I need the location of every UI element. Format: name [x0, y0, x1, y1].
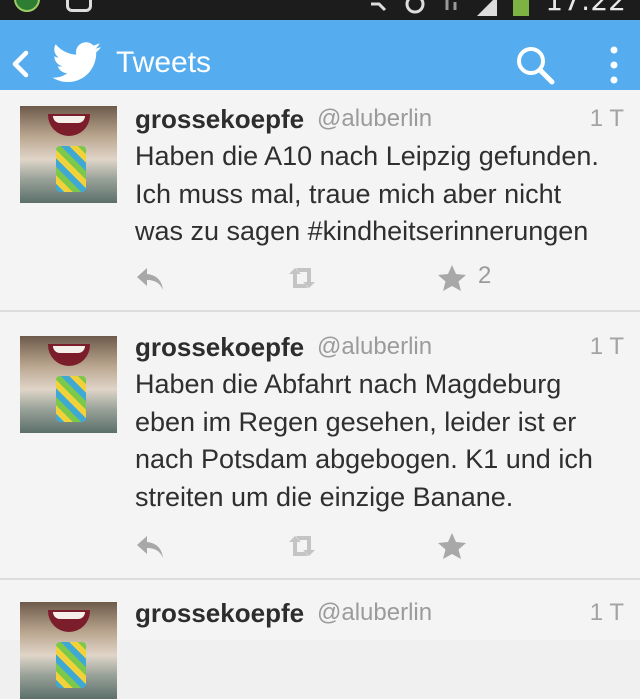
- tweet[interactable]: grossekoepfe @aluberlin 1 T: [0, 580, 640, 699]
- tweet-username[interactable]: grossekoepfe: [135, 104, 304, 134]
- tweet-username[interactable]: grossekoepfe: [135, 332, 304, 362]
- reply-icon[interactable]: [135, 532, 165, 560]
- tweet-text-line: eben im Regen gesehen, leider ist er: [135, 406, 577, 437]
- tweet-username[interactable]: grossekoepfe: [135, 598, 304, 628]
- retweet-icon[interactable]: [285, 264, 319, 292]
- page-title: Tweets: [116, 46, 212, 79]
- tweet-handle: @aluberlin: [317, 333, 433, 360]
- favorite-count: 2: [478, 262, 492, 289]
- favorite-star-icon[interactable]: [437, 264, 467, 292]
- tweet[interactable]: grossekoepfe @aluberlin 1 T Haben die A1…: [0, 90, 640, 312]
- retweet-icon[interactable]: [285, 532, 319, 560]
- tweet-time: 1 T: [589, 599, 624, 626]
- tweet-handle: @aluberlin: [317, 599, 433, 626]
- tweet-text-line: nach Potsdam abgebogen. K1 und ich: [135, 444, 593, 474]
- system-icons: 17:22: [369, 0, 626, 16]
- data-transfer-icon: [445, 0, 457, 10]
- notification-icons: [14, 0, 92, 12]
- reply-icon[interactable]: [135, 264, 165, 292]
- tweet[interactable]: grossekoepfe @aluberlin 1 T Haben die Ab…: [0, 312, 640, 580]
- avatar[interactable]: [20, 602, 117, 699]
- battery-icon: [513, 0, 530, 16]
- avatar[interactable]: [20, 106, 117, 203]
- tweet-text-line: Haben die A10 nach Leipzig gefunden.: [135, 141, 599, 171]
- twitter-bird-icon[interactable]: [52, 42, 102, 84]
- tweet-actions: [135, 532, 535, 562]
- search-icon[interactable]: [514, 44, 556, 86]
- overflow-menu-icon[interactable]: [604, 44, 624, 86]
- app-notification-icon: [14, 0, 40, 12]
- tweet-handle: @aluberlin: [317, 105, 433, 132]
- tweet-time: 1 T: [589, 105, 624, 132]
- tweet-text-line: Ich muss mal, traue mich aber nicht: [135, 178, 562, 209]
- tweet-text-line: streiten um die einzige Banane.: [135, 481, 514, 512]
- status-bar: 17:22: [0, 0, 640, 20]
- tweet-text: Haben die Abfahrt nach Magdeburg eben im…: [135, 366, 630, 516]
- tweet-text: Haben die A10 nach Leipzig gefunden. Ich…: [135, 138, 630, 251]
- avatar[interactable]: [20, 336, 117, 433]
- mute-icon: [371, 2, 387, 12]
- alarm-icon: [405, 0, 425, 14]
- clock: 17:22: [545, 0, 626, 17]
- tweet-text-line: Haben die Abfahrt nach Magdeburg: [135, 369, 562, 399]
- tweet-actions: 2: [135, 262, 535, 294]
- instagram-icon: [66, 0, 92, 12]
- tweet-text-line: was zu sagen #kindheitserinnerungen: [135, 216, 589, 246]
- favorite-star-icon[interactable]: [437, 532, 467, 560]
- signal-icon: [477, 0, 498, 16]
- tweet-time: 1 T: [589, 333, 624, 360]
- back-icon[interactable]: [8, 48, 32, 80]
